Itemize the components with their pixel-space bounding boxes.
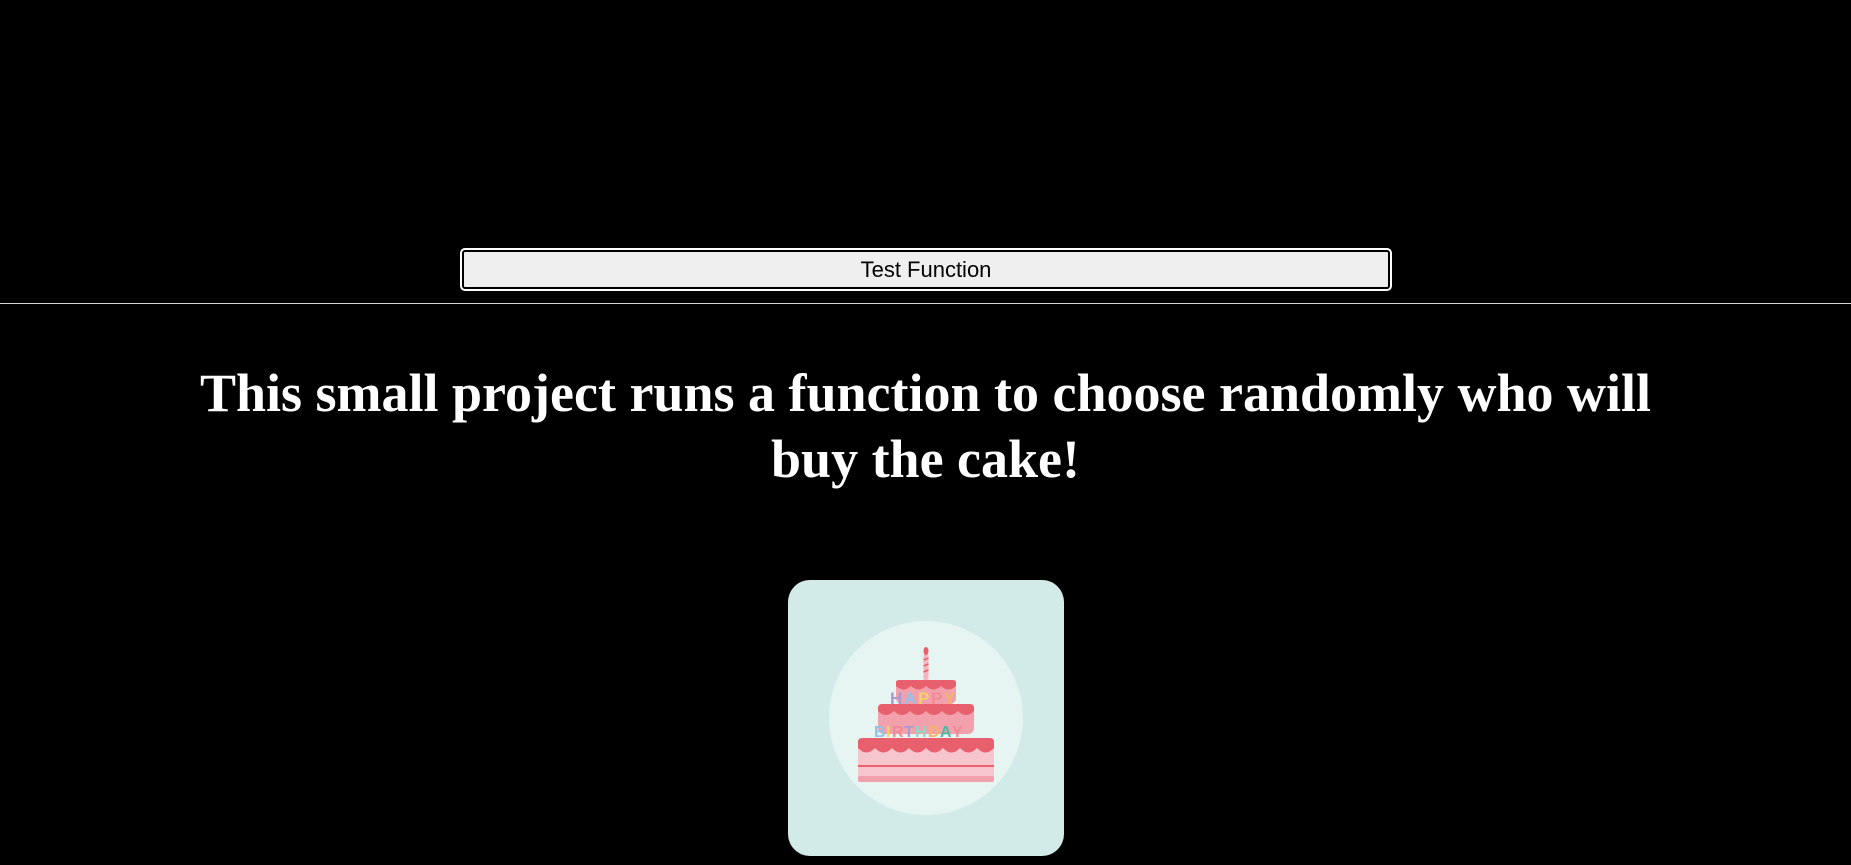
page-heading: This small project runs a function to ch…: [199, 363, 1652, 489]
candle-flame: [923, 647, 929, 655]
birthday-cake-icon: H A P P Y B I R T H D A Y: [829, 621, 1023, 815]
page: Test Function This small project runs a …: [0, 0, 1851, 865]
test-function-button[interactable]: Test Function: [460, 248, 1392, 291]
horizontal-divider: [0, 303, 1851, 304]
cake-image: H A P P Y B I R T H D A Y: [788, 580, 1064, 856]
